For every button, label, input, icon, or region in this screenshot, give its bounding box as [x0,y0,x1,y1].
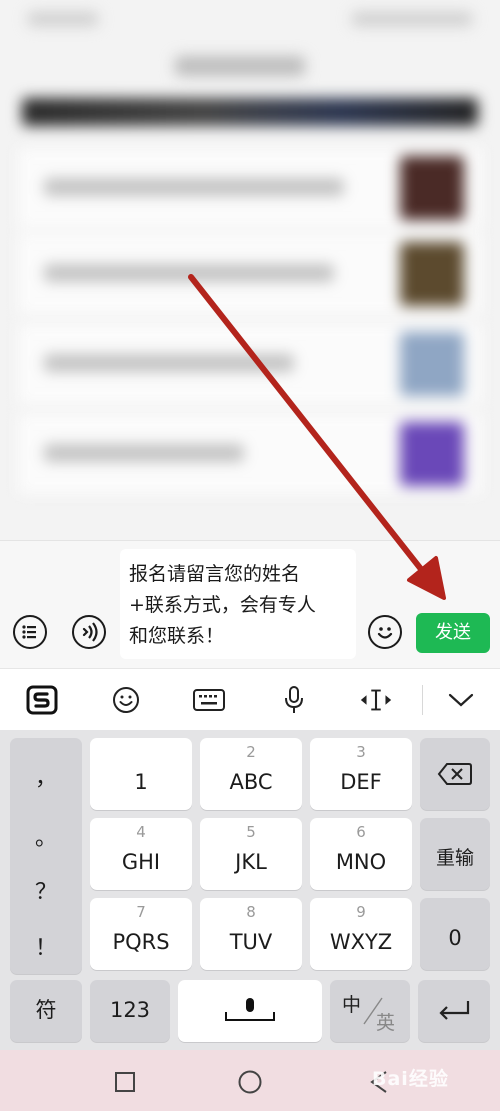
toolbar-divider [422,685,423,715]
backspace-icon [437,763,472,785]
list-icon[interactable] [13,615,47,649]
punct-exclaim-key[interactable]: ！ [10,930,82,962]
circle-nav-icon[interactable] [237,1069,263,1095]
square-nav-icon[interactable] [114,1071,136,1093]
blurred-banner [22,98,478,126]
microphone-icon [225,998,275,1021]
language-switch-key[interactable]: 中 英 [330,980,410,1042]
punctuation-column[interactable]: ， 。 ？ ！ [10,738,82,974]
t9-keyboard: ， 。 ？ ！ 1 2 ABC 3 DEF 4 GHI 5 JKL 6 MNO … [0,730,500,1050]
blurred-article-card [18,234,482,314]
message-line: 报名请留言您的姓名 [129,563,301,585]
sogou-logo-icon[interactable] [24,683,60,717]
smiley-icon[interactable] [108,683,144,717]
punct-question-key[interactable]: ？ [10,874,82,906]
blurred-article-card [18,414,482,494]
send-button[interactable]: 发送 [416,613,490,653]
space-key[interactable] [178,980,322,1042]
status-bar-left [28,12,98,26]
blurred-title [175,56,305,76]
chevron-down-icon[interactable] [443,683,479,717]
slash-divider [363,997,383,1025]
enter-key[interactable] [418,980,490,1042]
backspace-key[interactable] [420,738,490,810]
numeric-key[interactable]: 123 [90,980,170,1042]
message-input-field[interactable]: 报名请留言您的姓名 +联系方式，会有专人 和您联系！ [120,549,356,659]
emoji-icon[interactable] [368,615,402,649]
message-line: 和您联系！ [129,625,225,647]
cursor-move-icon[interactable] [358,683,394,717]
key-2-abc[interactable]: 2 ABC [200,738,302,810]
symbol-key[interactable]: 符 [10,980,82,1042]
message-input-bar: 报名请留言您的姓名 +联系方式，会有专人 和您联系！ 发送 [0,540,500,669]
key-0[interactable]: 0 [420,898,490,970]
punct-comma-key[interactable]: ， [10,760,82,792]
keyboard-toolbar [0,668,500,731]
key-9-wxyz[interactable]: 9 WXYZ [310,898,412,970]
key-5-jkl[interactable]: 5 JKL [200,818,302,890]
key-7-pqrs[interactable]: 7 PQRS [90,898,192,970]
voice-icon[interactable] [72,615,106,649]
watermark: Bai经验 [372,1068,449,1090]
message-line: +联系方式，会有专人 [129,594,316,616]
key-1[interactable]: 1 [90,738,192,810]
blurred-article-card [18,324,482,404]
key-8-tuv[interactable]: 8 TUV [200,898,302,970]
key-6-mno[interactable]: 6 MNO [310,818,412,890]
keyboard-icon[interactable] [191,683,227,717]
punct-period-key[interactable]: 。 [10,820,82,852]
status-bar-right [352,12,472,26]
key-4-ghi[interactable]: 4 GHI [90,818,192,890]
key-3-def[interactable]: 3 DEF [310,738,412,810]
reenter-key[interactable]: 重输 [420,818,490,890]
blurred-article-list [0,0,500,540]
microphone-icon[interactable] [276,683,312,717]
blurred-article-card [18,148,482,228]
enter-icon [439,1001,470,1020]
